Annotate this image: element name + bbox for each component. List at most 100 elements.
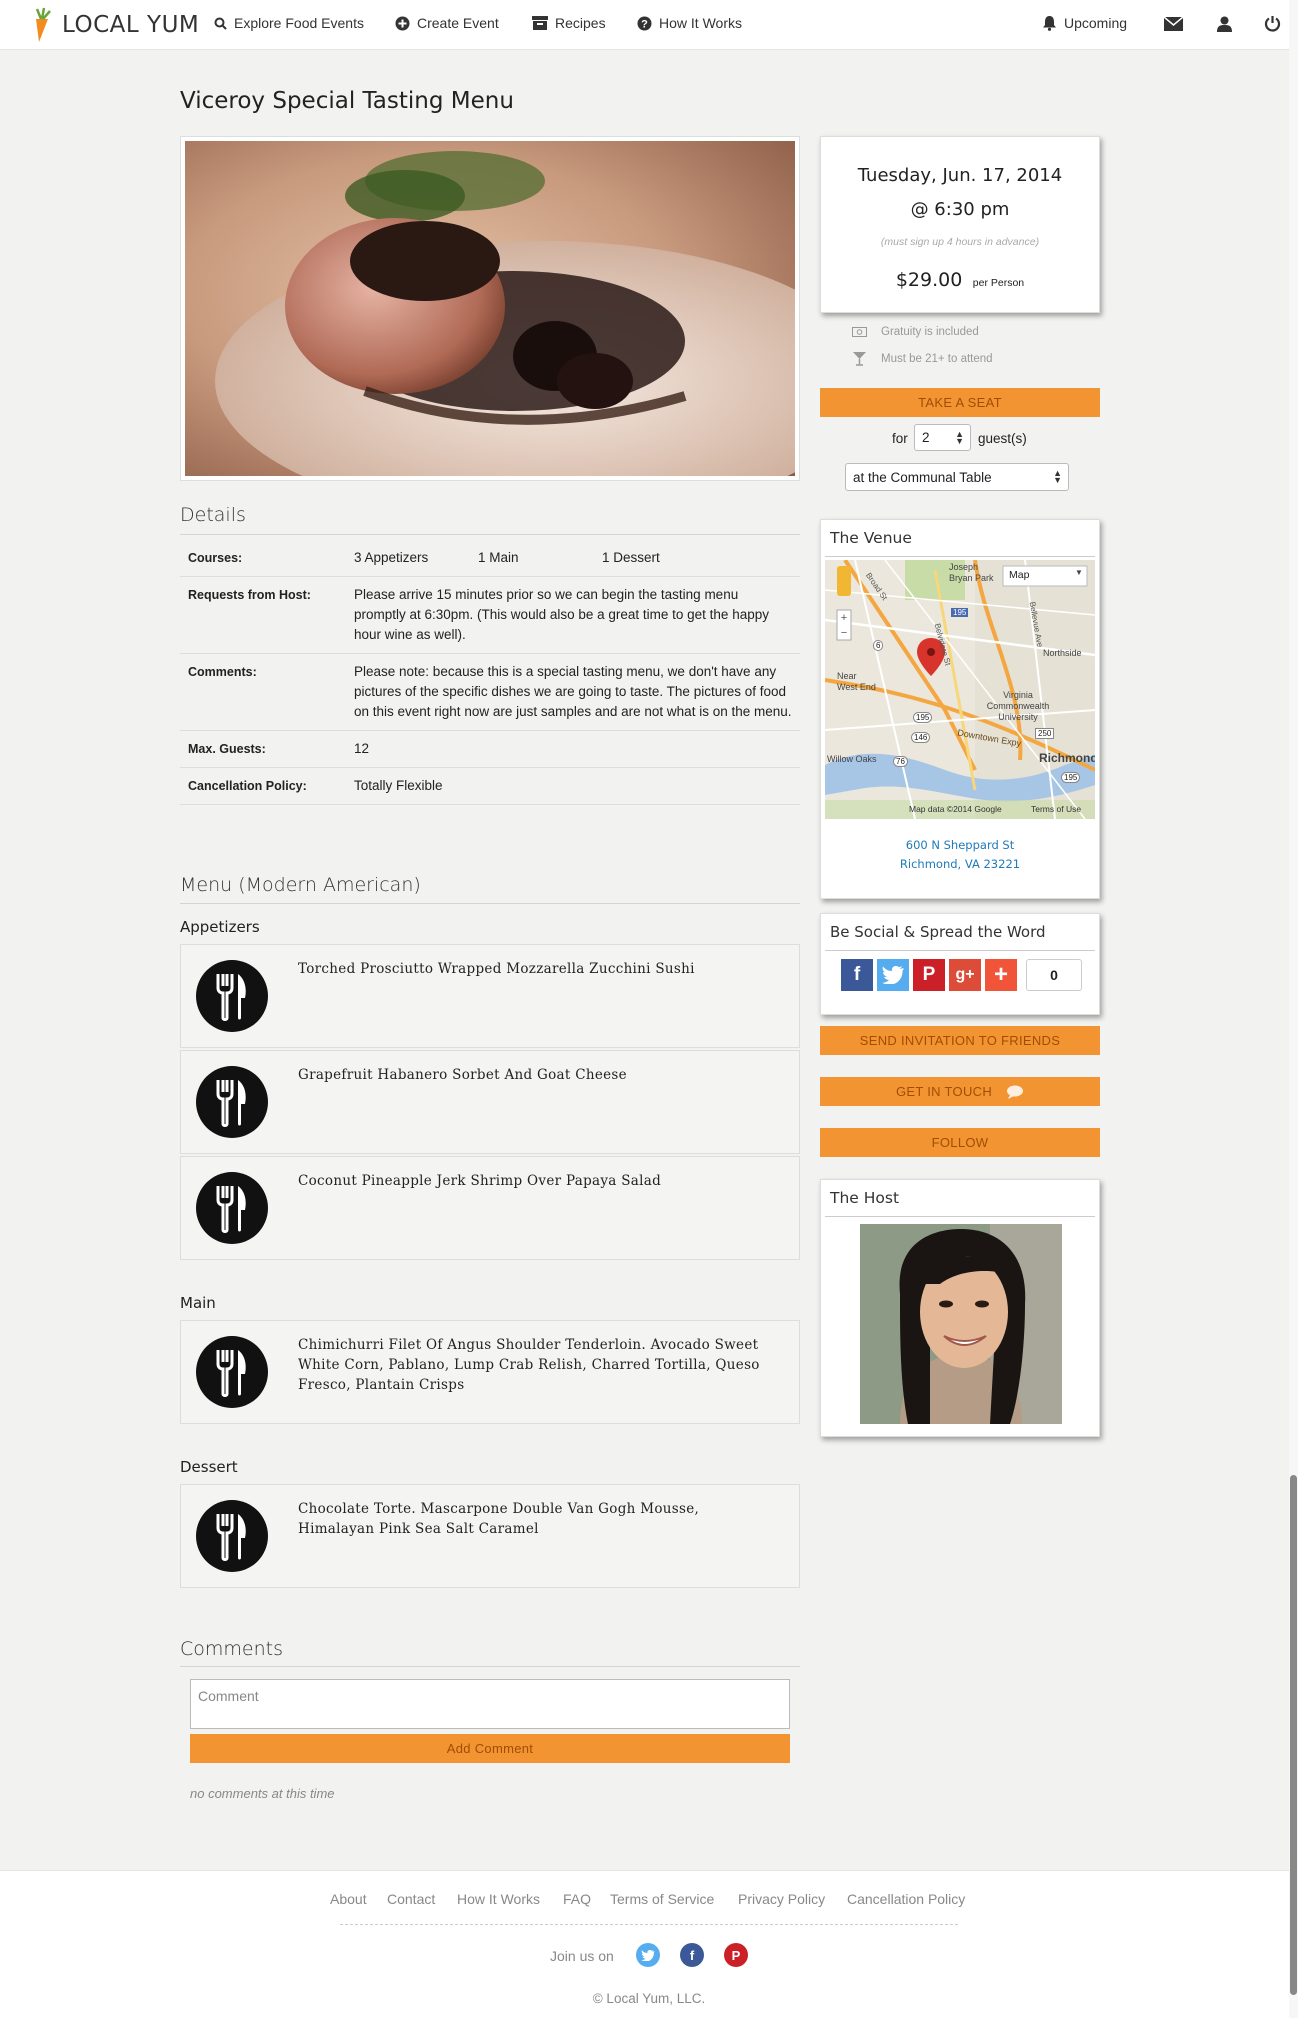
details-row-comments: Comments: Please note: because this is a… [180, 653, 800, 731]
host-photo[interactable] [860, 1224, 1062, 1424]
nav-recipes[interactable]: Recipes [532, 15, 606, 31]
route-shield: 250 [1035, 728, 1055, 739]
nav-explore-label: Explore Food Events [234, 15, 364, 31]
address-line1: 600 N Sheppard St [905, 838, 1015, 852]
money-icon [852, 327, 867, 337]
footer-link-cancellation[interactable]: Cancellation Policy [847, 1891, 965, 1907]
get-in-touch-button[interactable]: GET IN TOUCH [820, 1077, 1100, 1106]
requests-label: Requests from Host: [180, 576, 346, 654]
nav-explore[interactable]: Explore Food Events [214, 15, 364, 31]
details-rule [180, 534, 800, 535]
archive-icon [532, 16, 548, 30]
event-date-panel: Tuesday, Jun. 17, 2014 @ 6:30 pm (must s… [820, 136, 1100, 313]
details-row-max-guests: Max. Guests: 12 [180, 730, 800, 768]
guest-count-select[interactable]: 2 ▲ ▼ [914, 424, 971, 451]
map-label: Willow Oaks [827, 754, 877, 764]
send-invitation-button[interactable]: SEND INVITATION TO FRIENDS [820, 1026, 1100, 1055]
footer-link-contact[interactable]: Contact [387, 1891, 435, 1907]
pinterest-share-icon[interactable]: P [913, 959, 945, 991]
map-label: Richmond [1039, 751, 1095, 765]
venue-title: The Venue [830, 529, 912, 547]
event-time: @ 6:30 pm [910, 199, 1010, 220]
social-title: Be Social & Spread the Word [830, 923, 1046, 941]
envelope-icon[interactable] [1164, 17, 1183, 31]
cancellation-label: Cancellation Policy: [180, 767, 346, 805]
guest-count-value: 2 [922, 430, 930, 445]
addthis-share-icon[interactable]: + [985, 959, 1017, 991]
facebook-share-icon[interactable]: f [841, 959, 873, 991]
twitter-icon[interactable] [636, 1943, 660, 1967]
map-terms-link[interactable]: Terms of Use [1031, 804, 1081, 814]
chat-bubble-icon [1007, 1085, 1024, 1099]
route-shield: 195 [951, 608, 969, 617]
gratuity-note: Gratuity is included [852, 326, 979, 338]
svg-text:?: ? [641, 18, 648, 30]
course-appetizers: 3 Appetizers [354, 550, 429, 565]
venue-panel: The Venue + − Map ▼ Joseph Bryan Park No… [820, 519, 1100, 899]
gratuity-text: Gratuity is included [881, 326, 979, 338]
follow-button[interactable]: FOLLOW [820, 1128, 1100, 1157]
add-comment-button[interactable]: Add Comment [190, 1734, 790, 1763]
user-icon[interactable] [1217, 16, 1232, 32]
signup-note: (must sign up 4 hours in advance) [880, 236, 1040, 248]
appetizers-heading: Appetizers [180, 918, 260, 936]
scrollbar[interactable] [1289, 0, 1298, 2018]
map-type-label[interactable]: Map [1009, 569, 1029, 581]
footer-link-privacy[interactable]: Privacy Policy [738, 1891, 825, 1907]
nav-how-it-works[interactable]: ? How It Works [637, 15, 742, 31]
top-nav: LOCAL YUM Explore Food Events Create Eve… [0, 0, 1298, 50]
map-label: Near West End [837, 671, 876, 692]
comment-input[interactable]: Comment [190, 1679, 790, 1729]
cancellation-value: Totally Flexible [346, 767, 800, 805]
menu-item: Coconut Pineapple Jerk Shrimp Over Papay… [180, 1156, 800, 1260]
venue-address[interactable]: 600 N Sheppard St Richmond, VA 23221 [821, 836, 1099, 874]
footer: About Contact How It Works FAQ Terms of … [0, 1870, 1298, 2018]
join-us-label: Join us on [550, 1948, 614, 1964]
venue-map[interactable]: + − Map ▼ Joseph Bryan Park Northside Ne… [825, 560, 1095, 819]
twitter-share-icon[interactable] [877, 959, 909, 991]
footer-link-how[interactable]: How It Works [457, 1891, 540, 1907]
scrollbar-thumb[interactable] [1290, 1475, 1297, 1995]
carrot-logo-icon [35, 7, 51, 42]
footer-link-faq[interactable]: FAQ [563, 1891, 591, 1907]
route-shield: 195 [913, 712, 933, 723]
price: $29.00 [895, 269, 963, 291]
footer-link-terms[interactable]: Terms of Service [610, 1891, 714, 1907]
facebook-icon[interactable]: f [680, 1943, 704, 1967]
route-shield: 195 [1061, 772, 1081, 783]
nav-how-label: How It Works [659, 15, 742, 31]
plus-circle-icon [395, 16, 410, 30]
event-date: Tuesday, Jun. 17, 2014 [857, 165, 1063, 186]
pinterest-icon[interactable]: P [724, 1943, 748, 1967]
logo[interactable]: LOCAL YUM [30, 7, 199, 42]
dish-name: Chocolate Torte. Mascarpone Double Van G… [298, 1501, 700, 1537]
host-rule [825, 1216, 1095, 1217]
fork-knife-icon [196, 1336, 268, 1408]
details-row-courses: Courses: 3 Appetizers 1 Main 1 Dessert [180, 540, 800, 577]
table-select[interactable]: at the Communal Table ▲ ▼ [845, 463, 1069, 491]
route-shield: 146 [911, 732, 931, 743]
dish-name: Coconut Pineapple Jerk Shrimp Over Papay… [298, 1173, 662, 1189]
power-icon[interactable] [1264, 15, 1281, 32]
take-seat-button[interactable]: TAKE A SEAT [820, 388, 1100, 417]
guests-label: guest(s) [978, 431, 1027, 446]
details-heading: Details [180, 504, 246, 526]
max-guests-value: 12 [346, 730, 800, 768]
nav-create-event[interactable]: Create Event [395, 15, 499, 31]
gplus-share-icon[interactable]: g+ [949, 959, 981, 991]
social-panel: Be Social & Spread the Word f P g+ + 0 [820, 913, 1100, 1015]
fork-knife-icon [196, 1500, 268, 1572]
courses-label: Courses: [180, 540, 346, 577]
copyright: © Local Yum, LLC. [592, 1991, 706, 2006]
course-dessert: 1 Dessert [602, 550, 660, 565]
fork-knife-icon [196, 960, 268, 1032]
route-shield: 76 [893, 756, 908, 767]
question-icon: ? [637, 16, 652, 30]
host-title: The Host [830, 1189, 900, 1207]
footer-link-about[interactable]: About [330, 1891, 367, 1907]
fork-knife-icon [196, 1172, 268, 1244]
map-label: Joseph Bryan Park [949, 562, 994, 583]
nav-upcoming[interactable]: Upcoming [1042, 15, 1127, 31]
age-note: Must be 21+ to attend [852, 351, 993, 366]
price-unit: per Person [972, 277, 1025, 289]
